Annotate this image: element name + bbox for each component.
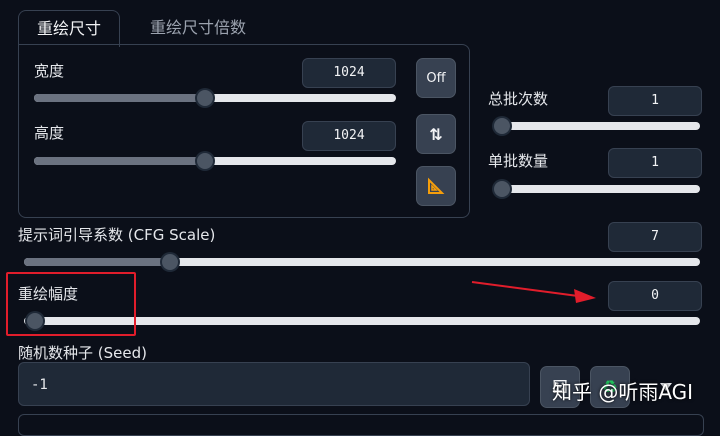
cfg-scale-input[interactable]: 7 bbox=[608, 222, 702, 252]
width-slider[interactable] bbox=[34, 90, 396, 106]
width-slider-thumb[interactable] bbox=[196, 90, 213, 106]
next-panel-edge bbox=[18, 414, 704, 436]
annotation-arrow bbox=[471, 281, 596, 303]
watermark-text: 知乎 @听雨AGI bbox=[552, 380, 694, 404]
width-label: 宽度 bbox=[34, 62, 65, 80]
cfg-scale-slider[interactable] bbox=[24, 254, 700, 270]
tab-resize-size[interactable]: 重绘尺寸 bbox=[18, 10, 121, 47]
batch-size-slider[interactable] bbox=[494, 181, 700, 197]
batch-count-slider[interactable] bbox=[494, 118, 700, 134]
aspect-ratio-button[interactable] bbox=[416, 166, 456, 206]
swap-vertical-icon: ⇅ bbox=[429, 124, 443, 144]
off-button[interactable]: Off bbox=[416, 58, 456, 98]
seed-input[interactable]: -1 bbox=[18, 362, 530, 406]
width-input[interactable]: 1024 bbox=[302, 58, 396, 88]
highlight-box bbox=[6, 272, 136, 336]
size-panel bbox=[18, 44, 470, 218]
swap-dimensions-button[interactable]: ⇅ bbox=[416, 114, 456, 154]
batch-count-label: 总批次数 bbox=[488, 90, 549, 108]
batch-size-slider-thumb[interactable] bbox=[494, 181, 511, 197]
denoising-input[interactable]: 0 bbox=[608, 281, 702, 311]
height-slider[interactable] bbox=[34, 153, 396, 169]
height-label: 高度 bbox=[34, 124, 65, 142]
batch-size-input[interactable]: 1 bbox=[608, 148, 702, 178]
height-input[interactable]: 1024 bbox=[302, 121, 396, 151]
cfg-scale-slider-thumb[interactable] bbox=[161, 254, 178, 270]
tab-resize-scale[interactable]: 重绘尺寸倍数 bbox=[132, 10, 264, 46]
batch-size-label: 单批数量 bbox=[488, 152, 549, 170]
seed-label: 随机数种子 (Seed) bbox=[18, 344, 147, 362]
set-square-icon bbox=[428, 177, 445, 194]
batch-count-slider-thumb[interactable] bbox=[494, 118, 511, 134]
height-slider-thumb[interactable] bbox=[196, 153, 213, 169]
cfg-scale-label: 提示词引导系数 (CFG Scale) bbox=[18, 226, 216, 244]
batch-count-input[interactable]: 1 bbox=[608, 86, 702, 116]
